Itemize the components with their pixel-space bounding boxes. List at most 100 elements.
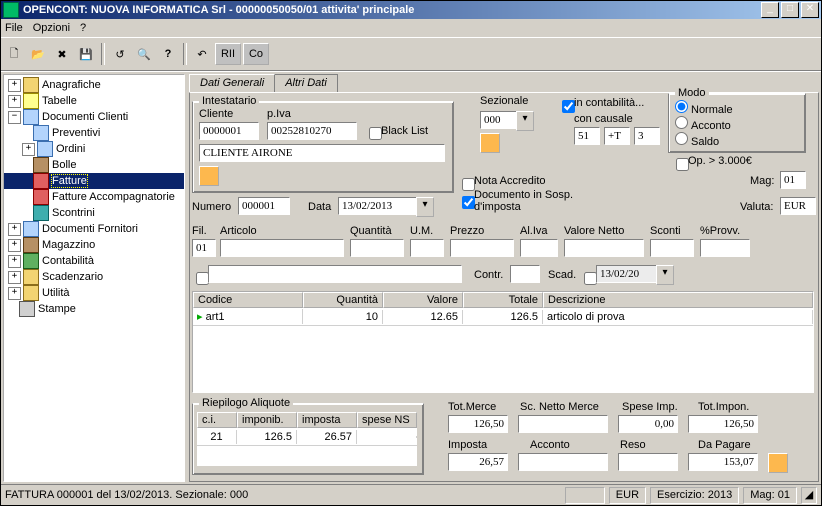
status-eur: EUR bbox=[609, 487, 646, 504]
tab-dati-generali[interactable]: Dati Generali bbox=[189, 74, 275, 92]
maximize-button[interactable]: □ bbox=[781, 2, 799, 18]
val-tot-impon[interactable] bbox=[688, 415, 758, 433]
input-cliente[interactable] bbox=[199, 122, 259, 140]
tb-refresh[interactable]: ↺ bbox=[109, 43, 131, 65]
label-valuta: Valuta: bbox=[740, 201, 773, 213]
grid-row[interactable]: ▸ art1 10 12.65 126.5 articolo di prova bbox=[193, 308, 813, 326]
tb-open[interactable]: 📂 bbox=[27, 43, 49, 65]
minimize-button[interactable]: _ bbox=[761, 2, 779, 18]
menu-help[interactable]: ? bbox=[80, 22, 86, 34]
input-sconti[interactable] bbox=[650, 239, 694, 257]
gh-ci[interactable]: c.i. bbox=[197, 412, 237, 428]
input-contr[interactable] bbox=[510, 265, 540, 283]
gh-descrizione[interactable]: Descrizione bbox=[543, 292, 813, 308]
tb-search[interactable]: 🔍 bbox=[133, 43, 155, 65]
gh-spese[interactable]: spese NS bbox=[357, 412, 417, 428]
tree-scontrini[interactable]: Scontrini bbox=[4, 205, 184, 221]
btn-totali-detail[interactable] bbox=[768, 453, 788, 473]
input-quantita[interactable] bbox=[350, 239, 404, 257]
tree-ordini[interactable]: +Ordini bbox=[4, 141, 184, 157]
val-spese-imp[interactable] bbox=[618, 415, 678, 433]
gh-valore[interactable]: Valore bbox=[383, 292, 463, 308]
tree-bolle[interactable]: Bolle bbox=[4, 157, 184, 173]
label-nota-accredito: Nota Accredito bbox=[474, 175, 546, 187]
input-nome-cliente[interactable] bbox=[199, 144, 445, 162]
btn-scad-drop[interactable]: ▾ bbox=[656, 265, 674, 285]
input-aliva[interactable] bbox=[520, 239, 558, 257]
tree-fatture[interactable]: Fatture bbox=[4, 173, 184, 189]
gh-totale[interactable]: Totale bbox=[463, 292, 543, 308]
val-sc-netto[interactable] bbox=[518, 415, 608, 433]
tree-fatture-accomp[interactable]: Fatture Accompagnatorie bbox=[4, 189, 184, 205]
tree-tabelle[interactable]: +Tabelle bbox=[4, 93, 184, 109]
tb-rii[interactable]: RII bbox=[215, 43, 241, 65]
input-data[interactable] bbox=[338, 197, 416, 215]
gh-imponib[interactable]: imponib. bbox=[237, 412, 297, 428]
label-sezionale: Sezionale bbox=[480, 95, 528, 107]
label-doc-sosp: Documento in Sosp. d'imposta bbox=[474, 189, 574, 213]
menu-file[interactable]: File bbox=[5, 22, 23, 34]
label-saldo: Saldo bbox=[691, 136, 719, 148]
btn-lookup-cliente[interactable] bbox=[199, 166, 219, 186]
tree-magazzino[interactable]: +Magazzino bbox=[4, 237, 184, 253]
input-causale-3[interactable] bbox=[634, 127, 660, 145]
val-imposta[interactable] bbox=[448, 453, 508, 471]
input-scad[interactable] bbox=[596, 265, 656, 283]
label-mag: Mag: bbox=[750, 175, 774, 187]
tree-anagrafiche[interactable]: +Anagrafiche bbox=[4, 77, 184, 93]
val-tot-merce[interactable] bbox=[448, 415, 508, 433]
label-acconto: Acconto bbox=[691, 120, 731, 132]
input-prezzo[interactable] bbox=[450, 239, 514, 257]
input-valuta[interactable] bbox=[780, 197, 816, 215]
val-reso[interactable] bbox=[618, 453, 678, 471]
title-bar: OPENCONT: NUOVA INFORMATICA Srl - 000000… bbox=[1, 1, 821, 19]
input-causale-1[interactable] bbox=[574, 127, 600, 145]
tree-documenti-fornitori[interactable]: +Documenti Fornitori bbox=[4, 221, 184, 237]
input-descr[interactable] bbox=[208, 265, 462, 283]
gh-imposta-a[interactable]: imposta bbox=[297, 412, 357, 428]
radio-acconto[interactable] bbox=[675, 116, 688, 129]
input-mag[interactable] bbox=[780, 171, 806, 189]
input-numero[interactable] bbox=[238, 197, 290, 215]
tree-stampe[interactable]: Stampe bbox=[4, 301, 184, 317]
tree-preventivi[interactable]: Preventivi bbox=[4, 125, 184, 141]
input-causale-2[interactable] bbox=[604, 127, 630, 145]
tree-documenti-clienti[interactable]: −Documenti Clienti bbox=[4, 109, 184, 125]
status-mag: Mag: 01 bbox=[743, 487, 797, 504]
btn-sezionale-lookup[interactable] bbox=[480, 133, 500, 153]
gh-quantita[interactable]: Quantità bbox=[303, 292, 383, 308]
tb-new[interactable]: 🗋 bbox=[3, 43, 25, 65]
tree-scadenzario[interactable]: +Scadenzario bbox=[4, 269, 184, 285]
label-tot-merce: Tot.Merce bbox=[448, 401, 496, 413]
input-fil[interactable] bbox=[192, 239, 216, 257]
tree-utilita[interactable]: +Utilità bbox=[4, 285, 184, 301]
tb-save[interactable]: 💾 bbox=[75, 43, 97, 65]
val-da-pagare[interactable] bbox=[688, 453, 758, 471]
radio-saldo[interactable] bbox=[675, 132, 688, 145]
lines-grid[interactable]: Codice Quantità Valore Totale Descrizion… bbox=[192, 291, 814, 393]
tb-delete[interactable]: ✖ bbox=[51, 43, 73, 65]
radio-normale[interactable] bbox=[675, 100, 688, 113]
aliquote-row[interactable]: 21 126.5 26.57 bbox=[197, 428, 417, 446]
input-um[interactable] bbox=[410, 239, 444, 257]
label-op3000: Op. > 3.000€ bbox=[688, 155, 752, 167]
btn-sezionale-drop[interactable]: ▾ bbox=[516, 111, 534, 131]
input-provv[interactable] bbox=[700, 239, 750, 257]
tab-altri-dati[interactable]: Altri Dati bbox=[274, 74, 338, 92]
tree-contabilita[interactable]: +Contabilità bbox=[4, 253, 184, 269]
input-valore-netto[interactable] bbox=[564, 239, 644, 257]
menu-opzioni[interactable]: Opzioni bbox=[33, 22, 70, 34]
label-sc-netto: Sc. Netto Merce bbox=[520, 401, 599, 413]
input-piva[interactable] bbox=[267, 122, 357, 140]
app-window: OPENCONT: NUOVA INFORMATICA Srl - 000000… bbox=[0, 0, 822, 506]
tb-co[interactable]: Co bbox=[243, 43, 269, 65]
input-articolo[interactable] bbox=[220, 239, 344, 257]
val-acconto[interactable] bbox=[518, 453, 608, 471]
gh-codice[interactable]: Codice bbox=[193, 292, 303, 308]
nav-tree[interactable]: +Anagrafiche +Tabelle −Documenti Clienti… bbox=[3, 74, 185, 482]
input-sezionale[interactable] bbox=[480, 111, 516, 129]
close-button[interactable]: ✕ bbox=[801, 2, 819, 18]
tb-help[interactable]: ? bbox=[157, 43, 179, 65]
btn-data-drop[interactable]: ▾ bbox=[416, 197, 434, 217]
tb-undo[interactable]: ↶ bbox=[191, 43, 213, 65]
